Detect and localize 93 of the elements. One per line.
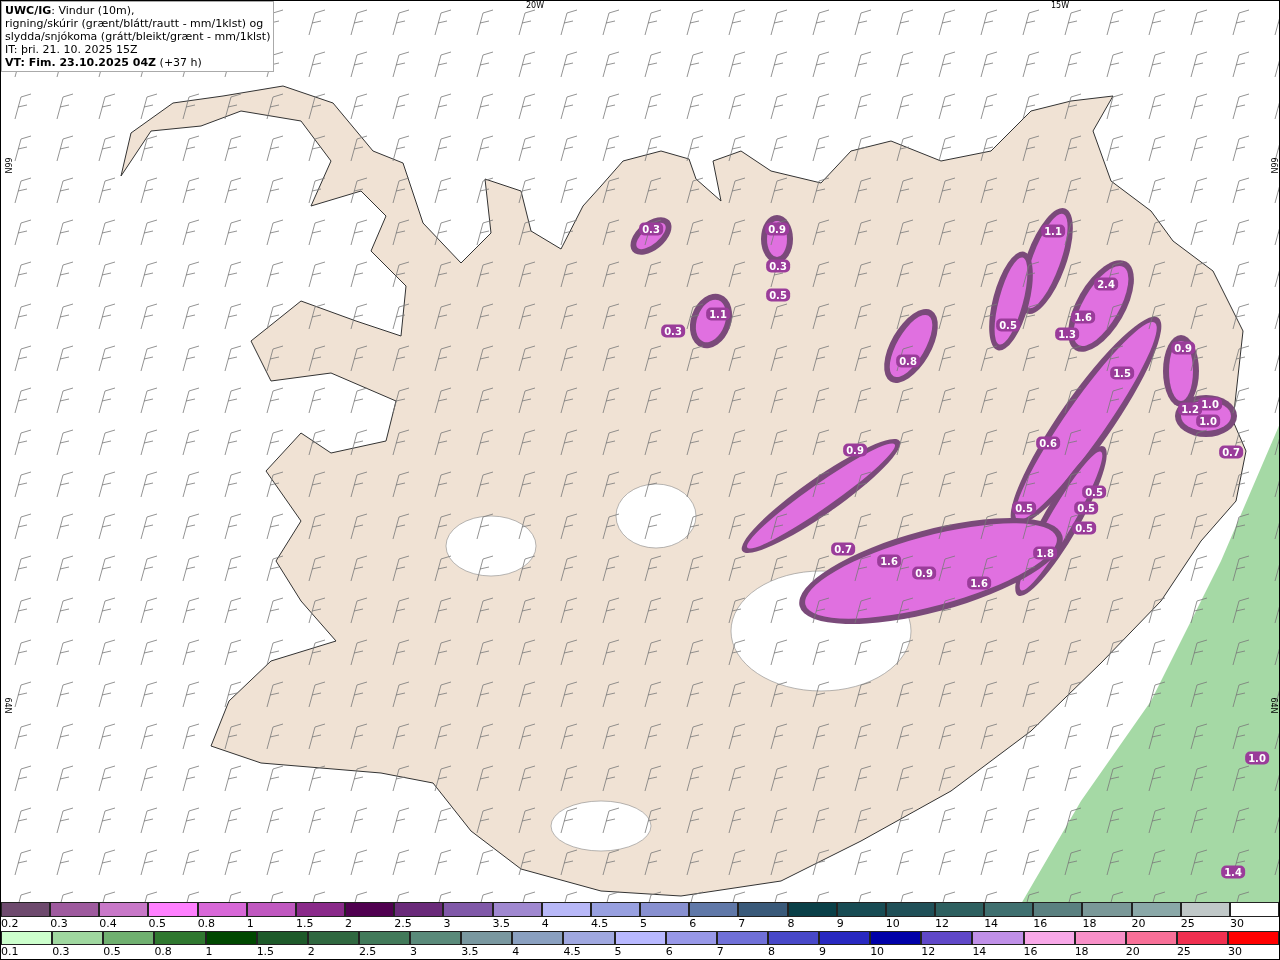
scale-label: 12 bbox=[921, 945, 936, 959]
precipitation-value: 0.5 bbox=[1074, 501, 1098, 515]
longitude-label: 20W bbox=[526, 1, 545, 10]
precipitation-value: 1.6 bbox=[877, 554, 901, 568]
precipitation-value: 0.8 bbox=[896, 354, 920, 368]
precipitation-value: 1.0 bbox=[1245, 751, 1269, 765]
scale-label: 1 bbox=[205, 945, 213, 959]
latitude-label: 64N bbox=[2, 697, 12, 714]
scale-label: 12 bbox=[934, 917, 949, 931]
scale-label: 30 bbox=[1229, 917, 1244, 931]
precipitation-value: 1.2 bbox=[1178, 402, 1202, 416]
scale-label: 18 bbox=[1074, 945, 1089, 959]
scale-label: 4 bbox=[541, 917, 549, 931]
precipitation-value: 1.5 bbox=[1110, 366, 1134, 380]
scale-label: 8 bbox=[767, 945, 775, 959]
precipitation-value: 0.9 bbox=[843, 443, 867, 457]
scale-label: 0.2 bbox=[1, 917, 19, 931]
scale-label: 1.5 bbox=[295, 917, 314, 931]
scale-label: 0.5 bbox=[103, 945, 121, 959]
scale-label: 2.5 bbox=[358, 945, 377, 959]
precipitation-value: 1.8 bbox=[1033, 546, 1057, 560]
precipitation-value: 1.1 bbox=[706, 307, 730, 321]
precipitation-value: 0.7 bbox=[831, 542, 855, 556]
precipitation-value: 0.3 bbox=[661, 324, 685, 338]
scale-label: 6 bbox=[665, 945, 673, 959]
precipitation-value: 0.9 bbox=[1171, 341, 1195, 355]
scale-label: 0.4 bbox=[99, 917, 117, 931]
precipitation-value: 0.5 bbox=[1082, 485, 1106, 499]
precipitation-value: 0.9 bbox=[765, 222, 789, 236]
precipitation-value: 0.5 bbox=[1012, 501, 1036, 515]
precipitation-value: 0.3 bbox=[766, 259, 790, 273]
scale-label: 9 bbox=[836, 917, 844, 931]
precipitation-value: 0.5 bbox=[996, 318, 1020, 332]
scale-label: 2 bbox=[307, 945, 315, 959]
legend-text: VT: Fim. 23.10.2025 04Z (+37 h) bbox=[5, 56, 203, 69]
legend-text: rigning/skúrir (grænt/blátt/rautt - mm/1klst) og bbox=[5, 17, 265, 30]
scale-label: 4.5 bbox=[590, 917, 609, 931]
scale-label: 3 bbox=[443, 917, 451, 931]
legend-text: IT: þri. 21. 10. 2025 15Z bbox=[5, 43, 139, 56]
scale-label: 1.5 bbox=[256, 945, 275, 959]
scale-label: 3 bbox=[410, 945, 417, 959]
scale-label: 3.5 bbox=[461, 945, 479, 959]
precipitation-value: 1.0 bbox=[1198, 397, 1222, 411]
latitude-label: 64N bbox=[1268, 697, 1278, 714]
scale-label: 4 bbox=[512, 945, 520, 959]
scale-label: 5 bbox=[640, 917, 648, 931]
scale-label: 10 bbox=[885, 917, 900, 931]
scale-label: 20 bbox=[1131, 917, 1146, 931]
precipitation-value: 0.5 bbox=[766, 288, 790, 302]
scale-label: 0.3 bbox=[52, 945, 70, 959]
scale-label: 0.5 bbox=[148, 917, 166, 931]
scale-label: 8 bbox=[787, 917, 795, 931]
scale-label: 6 bbox=[689, 917, 697, 931]
scale-label: 3.5 bbox=[492, 917, 511, 931]
scale-label: 7 bbox=[738, 917, 746, 931]
scale-label: 9 bbox=[819, 945, 826, 959]
scale-label: 5 bbox=[614, 945, 622, 959]
scale-label: 16 bbox=[1033, 917, 1048, 931]
scale-label: 0.8 bbox=[154, 945, 172, 959]
scale-label: 14 bbox=[984, 917, 999, 931]
scale-label: 20 bbox=[1125, 945, 1140, 959]
precipitation-value: 0.6 bbox=[1036, 436, 1060, 450]
scale-label: 16 bbox=[1023, 945, 1038, 959]
precipitation-value: 1.1 bbox=[1041, 224, 1065, 238]
scale-label: 4.5 bbox=[563, 945, 581, 959]
legend-text: slydda/snjókoma (grátt/bleikt/grænt - mm/1klst) bbox=[5, 30, 271, 43]
scale-label: 0.3 bbox=[50, 917, 68, 931]
precipitation-value: 1.4 bbox=[1221, 865, 1245, 879]
precipitation-value: 1.6 bbox=[1071, 310, 1095, 324]
precipitation-value: 0.3 bbox=[639, 222, 663, 236]
scale-label: 10 bbox=[870, 945, 885, 959]
longitude-label: 15W bbox=[1051, 1, 1070, 10]
precipitation-value: 2.4 bbox=[1094, 277, 1118, 291]
precipitation-value: 0.5 bbox=[1072, 521, 1096, 535]
scale-label: 0.8 bbox=[197, 917, 216, 931]
scale-label: 18 bbox=[1082, 917, 1097, 931]
scale-label: 7 bbox=[716, 945, 724, 959]
precipitation-value: 1.6 bbox=[967, 576, 991, 590]
scale-label: 25 bbox=[1176, 945, 1191, 959]
precipitation-value: 0.7 bbox=[1219, 445, 1243, 459]
latitude-label: 66N bbox=[1268, 157, 1278, 174]
scale-label: 14 bbox=[972, 945, 987, 959]
scale-label: 30 bbox=[1228, 945, 1242, 959]
latitude-label: 66N bbox=[2, 157, 12, 174]
precipitation-value: 0.9 bbox=[912, 566, 936, 580]
scale-label: 25 bbox=[1180, 917, 1195, 931]
scale-label: 2.5 bbox=[394, 917, 412, 931]
scale-label: 2 bbox=[345, 917, 353, 931]
scale-label: 1 bbox=[246, 917, 254, 931]
legend-text: UWC/IG: Vindur (10m), bbox=[5, 4, 136, 17]
precipitation-value: 1.3 bbox=[1055, 327, 1079, 341]
precipitation-value: 1.0 bbox=[1196, 414, 1220, 428]
scale-label: 0.1 bbox=[1, 945, 19, 959]
